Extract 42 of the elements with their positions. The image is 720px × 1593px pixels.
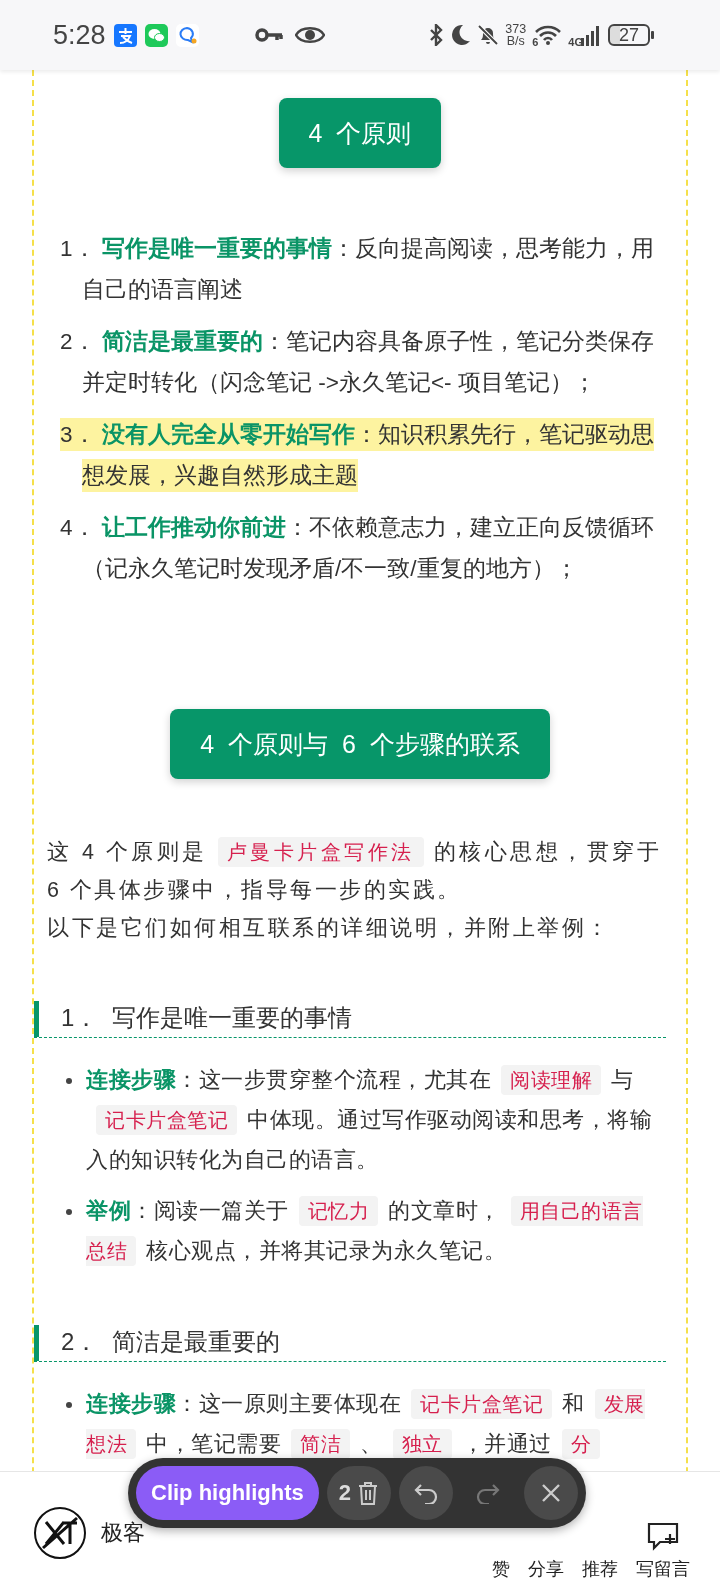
signal-icon: [580, 24, 602, 46]
section-banner: 4 个原则与 6 个步骤的联系: [170, 709, 550, 779]
comment-add-icon: [646, 1521, 680, 1551]
bullet-text: 连接步骤：这一步贯穿整个流程，尤其在 阅读理解 与 记卡片盒笔记 中体现。通过写作驱动阅读和思考，将输入的知识转化为自己的语言。: [86, 1064, 653, 1174]
action-label[interactable]: 写留言: [636, 1557, 690, 1581]
action-label[interactable]: 分享: [528, 1557, 564, 1581]
paragraph-text: 以下是它们如何相互联系的详细说明，并附上举例：: [47, 915, 612, 942]
bullet-icon: [66, 1078, 72, 1084]
list-item-text: 4． 让工作推动你前进：不依赖意志力，建立正向反馈循环（记永久笔记时发现矛盾/不一致/重复的地方）；: [60, 514, 655, 583]
battery-indicator: 27: [608, 24, 650, 46]
action-label[interactable]: 推荐: [582, 1557, 618, 1581]
author-name: 极客: [101, 1518, 145, 1547]
trash-icon: [357, 1481, 379, 1505]
clock: 5:28: [53, 19, 106, 51]
network-speed: 373 B/s: [505, 23, 527, 47]
message-icon: [175, 23, 199, 47]
key-icon: [254, 27, 283, 43]
undo-icon: [413, 1482, 439, 1504]
section-banner: 4 个原则: [278, 98, 442, 168]
eye-icon: [294, 25, 325, 45]
list-item-text: 1． 写作是唯一重要的事情：反向提高阅读，思考能力，用自己的语言阐述: [60, 235, 655, 304]
undo-button[interactable]: [399, 1466, 453, 1520]
close-button[interactable]: [524, 1466, 578, 1520]
bullet-icon: [66, 1402, 72, 1408]
redo-icon: [475, 1482, 501, 1504]
bell-off-icon: [477, 24, 500, 46]
section-heading: 2． 简洁是最重要的: [34, 1325, 666, 1362]
action-label[interactable]: 赞: [492, 1557, 510, 1581]
close-icon: [541, 1483, 561, 1503]
section-heading: 1． 写作是唯一重要的事情: [34, 1001, 666, 1038]
delete-highlights-button[interactable]: 2: [326, 1466, 391, 1520]
clip-highlights-button[interactable]: Clip highlights: [136, 1466, 319, 1520]
list-item-text: 2． 简洁是最重要的：笔记内容具备原子性，笔记分类保存并定时转化（闪念笔记 ->永久笔记<- 项目笔记）；: [60, 328, 655, 397]
app-icon: [113, 23, 137, 47]
wifi-icon: [534, 24, 563, 46]
bluetooth-icon: [429, 24, 444, 46]
moon-icon: [449, 24, 472, 46]
avatar-logo: [33, 1505, 87, 1560]
bullet-icon: [66, 1209, 72, 1215]
wifi-label: 6: [532, 36, 539, 48]
paragraph-text: 这 4 个原则是 卢曼卡片盒写作法 的核心思想，贯穿于 6 个具体步骤中，指导每一步的实践。: [47, 833, 662, 909]
chat-app-icon: [144, 23, 168, 47]
